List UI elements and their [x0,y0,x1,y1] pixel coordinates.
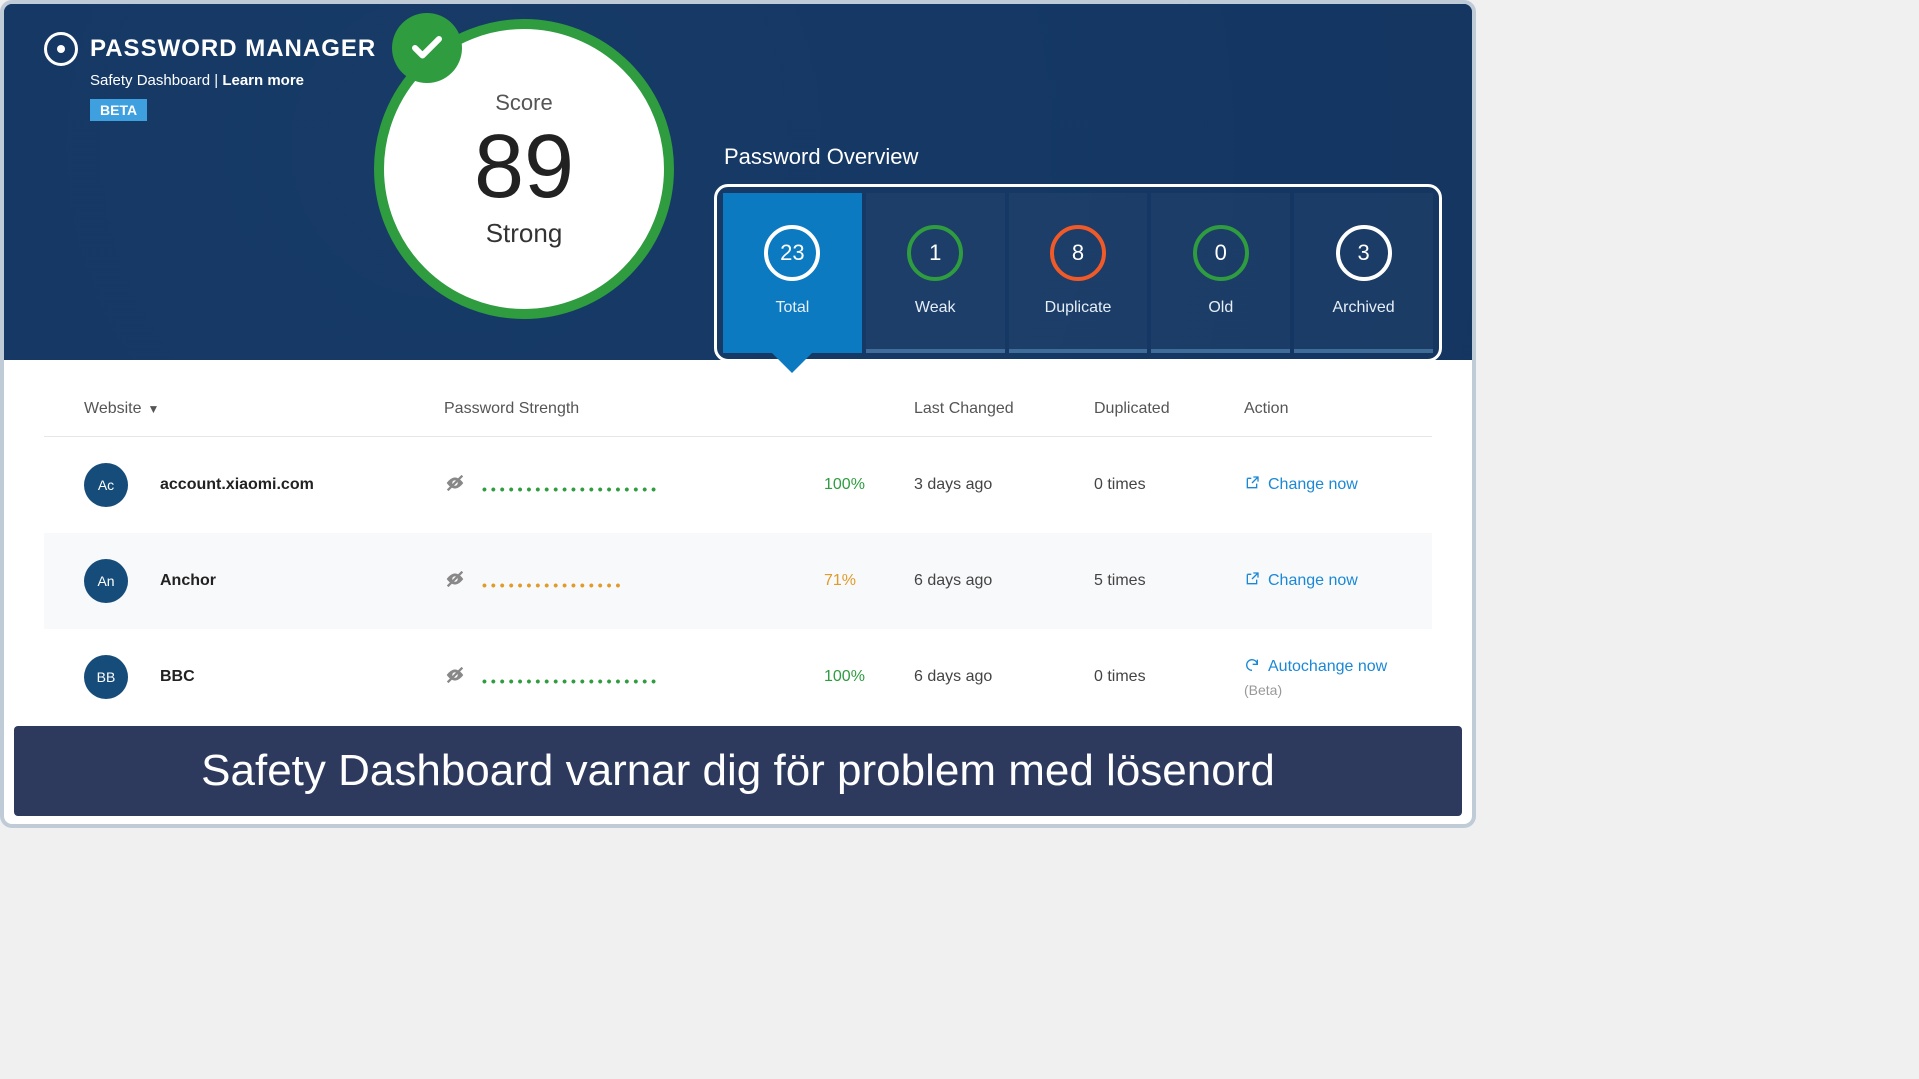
action-link[interactable]: Autochange now [1244,657,1392,678]
score-label: Score [495,90,552,116]
table-row[interactable]: Ac account.xiaomi.com ••••••••••••••••••••… [44,437,1432,533]
chevron-down-icon: ▼ [148,402,160,416]
site-avatar: Ac [84,463,128,507]
app-title: PASSWORD MANAGER [90,35,376,63]
refresh-icon [1244,657,1260,678]
brand-subtitle: Safety Dashboard | Learn more [90,72,376,89]
eye-off-icon[interactable] [444,481,466,498]
tab-label: Duplicate [1045,299,1112,317]
site-name: BBC [160,668,195,686]
brand-block: PASSWORD MANAGER Safety Dashboard | Lear… [44,32,376,360]
password-dots: •••••••••••••••••••• [482,481,660,497]
overview-tab-archived[interactable]: 3 Archived [1294,193,1433,353]
col-changed-header: Last Changed [914,400,1094,418]
external-link-icon [1244,571,1260,592]
tab-label: Archived [1332,299,1394,317]
brand-icon [44,32,78,66]
overview-title: Password Overview [714,144,1442,170]
tab-label: Total [776,299,810,317]
overview-tab-total[interactable]: 23 Total [723,193,862,353]
action-link[interactable]: Change now [1244,571,1392,592]
strength-percent: 71% [824,572,914,590]
col-dup-header: Duplicated [1094,400,1244,418]
action-link[interactable]: Change now [1244,475,1392,496]
caption-banner: Safety Dashboard varnar dig för problem … [14,726,1462,816]
score-value: 89 [474,122,574,212]
score-widget: Score 89 Strong [374,19,674,319]
duplicated-count: 0 times [1094,668,1244,686]
last-changed: 3 days ago [914,476,1094,494]
overview-tab-duplicate[interactable]: 8 Duplicate [1009,193,1148,353]
password-table: Website ▼ Password Strength Last Changed… [4,360,1472,725]
strength-percent: 100% [824,668,914,686]
duplicated-count: 0 times [1094,476,1244,494]
last-changed: 6 days ago [914,668,1094,686]
overview-tabs: 23 Total 1 Weak 8 Duplicate 0 Old 3 Archived [714,184,1442,362]
beta-badge: BETA [90,99,147,121]
learn-more-link[interactable]: Learn more [222,72,304,89]
tab-label: Weak [915,299,956,317]
tab-label: Old [1208,299,1233,317]
col-action-header: Action [1244,400,1392,418]
action-sublabel: (Beta) [1244,682,1392,698]
site-name: Anchor [160,572,216,590]
overview-tab-weak[interactable]: 1 Weak [866,193,1005,353]
checkmark-icon [392,13,462,83]
table-header: Website ▼ Password Strength Last Changed… [44,400,1432,437]
strength-percent: 100% [824,476,914,494]
tab-count: 23 [764,225,820,281]
duplicated-count: 5 times [1094,572,1244,590]
col-strength-header: Password Strength [444,400,824,418]
col-website-header[interactable]: Website ▼ [84,400,444,418]
overview-tab-old[interactable]: 0 Old [1151,193,1290,353]
last-changed: 6 days ago [914,572,1094,590]
external-link-icon [1244,475,1260,496]
site-name: account.xiaomi.com [160,476,314,494]
table-row[interactable]: BB BBC •••••••••••••••••••• 100%6 days ago0… [44,629,1432,725]
score-rating: Strong [486,218,563,249]
password-dots: •••••••••••••••••••• [482,673,660,689]
password-dots: •••••••••••••••• [482,577,624,593]
hero-section: PASSWORD MANAGER Safety Dashboard | Lear… [4,4,1472,360]
site-avatar: An [84,559,128,603]
tab-count: 3 [1336,225,1392,281]
app-window: PASSWORD MANAGER Safety Dashboard | Lear… [0,0,1476,828]
eye-off-icon[interactable] [444,577,466,594]
site-avatar: BB [84,655,128,699]
eye-off-icon[interactable] [444,673,466,690]
table-row[interactable]: An Anchor •••••••••••••••• 71%6 days ago5 t… [44,533,1432,629]
tab-count: 0 [1193,225,1249,281]
tab-count: 8 [1050,225,1106,281]
tab-count: 1 [907,225,963,281]
password-overview: Password Overview 23 Total 1 Weak 8 Duplicate… [714,144,1442,362]
